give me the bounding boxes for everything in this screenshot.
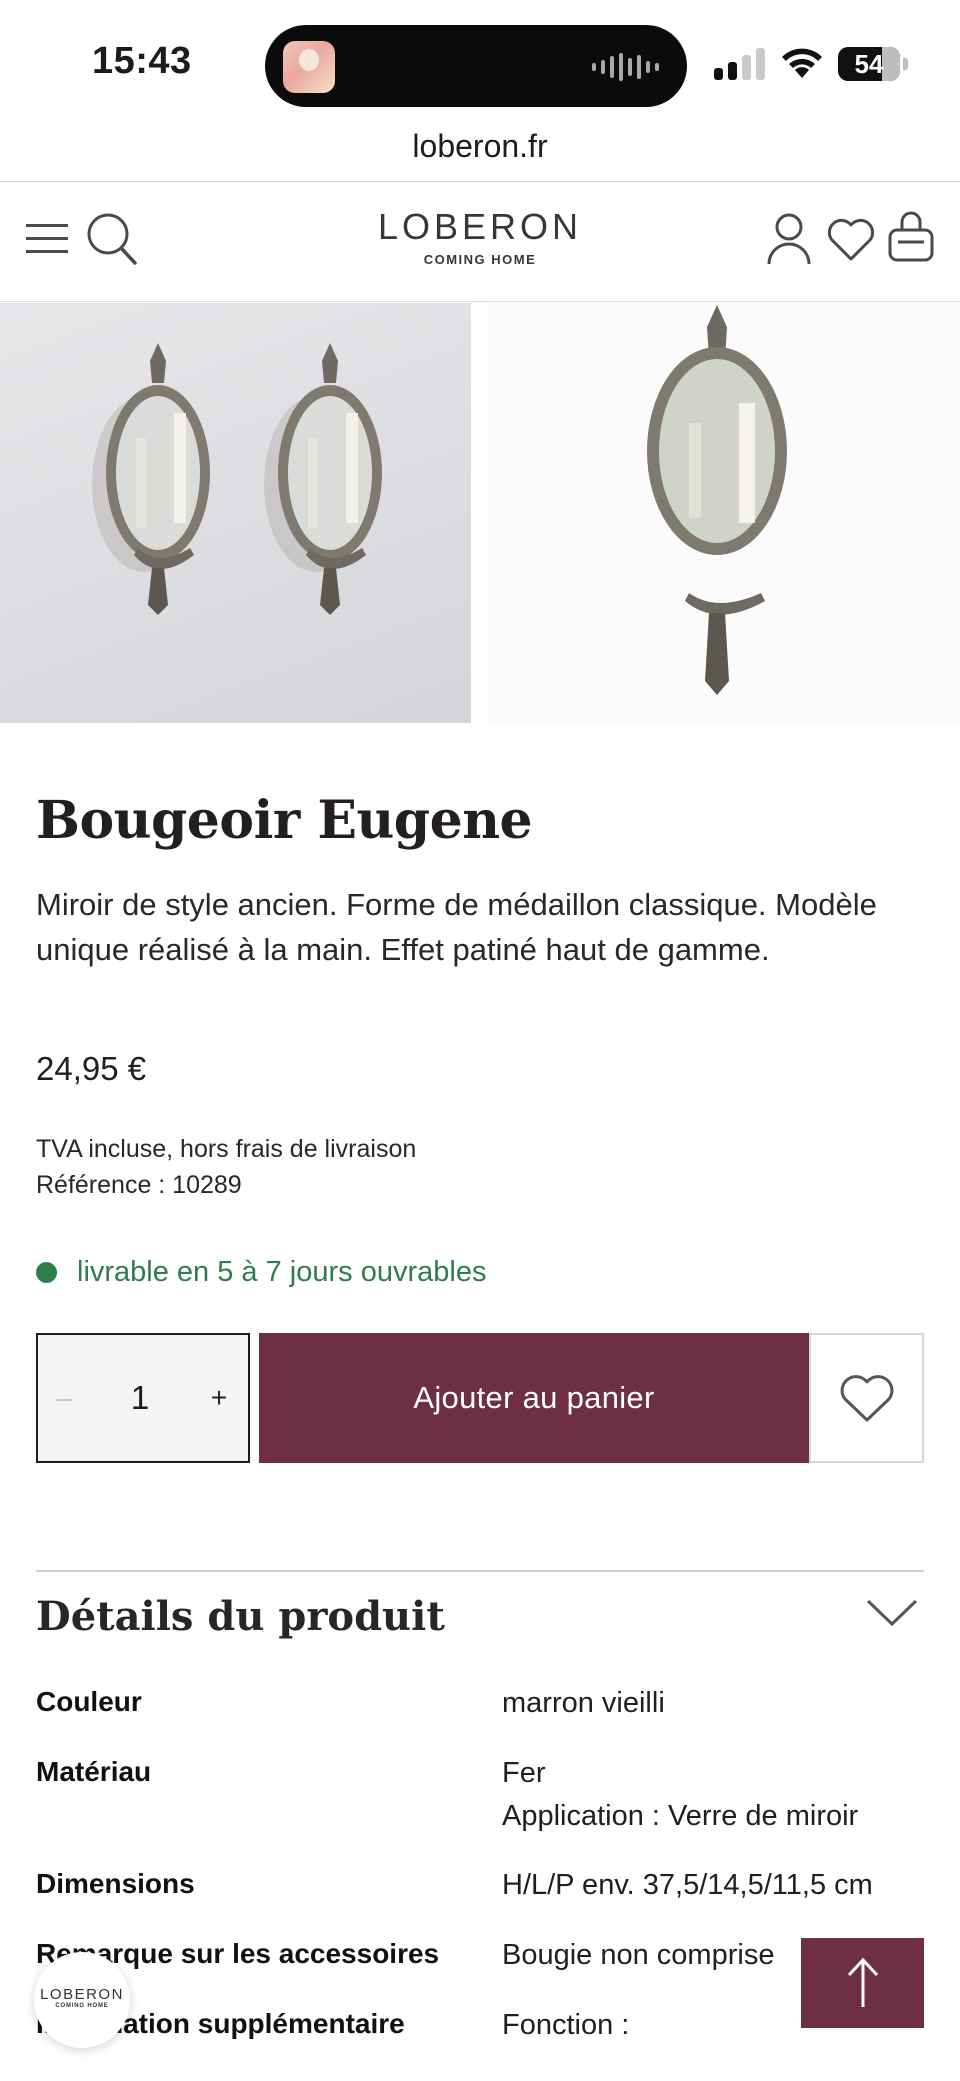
cellular-signal-icon (714, 48, 765, 80)
product-price: 24,95 € (36, 1050, 147, 1087)
add-to-wishlist-button[interactable] (809, 1333, 924, 1463)
status-time: 15:43 (92, 40, 192, 82)
product-gallery[interactable] (0, 303, 960, 723)
tax-note: TVA incluse, hors frais de livraison (36, 1135, 417, 1163)
spec-value-materiau-application: Application : Verre de miroir (502, 1800, 859, 1832)
audio-waveform-icon (592, 53, 659, 81)
site-logo[interactable]: LOBERON COMING HOME (360, 206, 600, 267)
search-icon[interactable] (86, 212, 138, 266)
arrow-up-icon (847, 1957, 878, 2007)
product-image-2[interactable] (489, 303, 960, 723)
site-header: LOBERON COMING HOME (0, 182, 960, 302)
spec-value-accessoires: Bougie non comprise (502, 1939, 775, 1971)
heart-icon[interactable] (826, 216, 876, 262)
quantity-input[interactable]: 1 (90, 1379, 190, 1417)
spec-value-dimensions: H/L/P env. 37,5/14,5/11,5 cm (502, 1869, 873, 1901)
bag-icon[interactable] (886, 210, 936, 264)
availability-text: livrable en 5 à 7 jours ouvrables (77, 1256, 487, 1288)
product-image-1[interactable] (0, 303, 471, 723)
status-bar: 15:43 54 (0, 0, 960, 120)
spec-value-information: Fonction : (502, 2009, 630, 2041)
spec-label-dimensions: Dimensions (36, 1868, 195, 1899)
menu-icon[interactable] (26, 222, 70, 256)
quantity-decrease-button[interactable]: – (38, 1382, 90, 1414)
chat-widget-logo: LOBERON (40, 1986, 124, 2003)
spec-value-couleur: marron vieilli (502, 1687, 665, 1719)
product-description: Miroir de style ancien. Forme de médaill… (36, 887, 877, 967)
wifi-icon (782, 48, 822, 78)
quantity-stepper[interactable]: – 1 + (36, 1333, 250, 1463)
spec-label-materiau: Matériau (36, 1756, 152, 1787)
now-playing-thumbnail (283, 41, 335, 93)
spec-label-couleur: Couleur (36, 1686, 142, 1717)
dynamic-island[interactable] (265, 25, 687, 107)
availability-dot-icon (36, 1262, 57, 1283)
battery-level: 54 (854, 49, 884, 79)
quantity-increase-button[interactable]: + (190, 1382, 248, 1414)
logo-tagline: COMING HOME (423, 252, 537, 267)
scroll-to-top-button[interactable] (801, 1938, 924, 2028)
chevron-down-icon[interactable] (866, 1598, 918, 1628)
price-notes: TVA incluse, hors frais de livraison Réf… (36, 1131, 416, 1203)
chat-widget-tagline: COMING HOME (55, 2003, 109, 2009)
chat-widget-button[interactable]: LOBERON COMING HOME (34, 1952, 130, 2048)
heart-icon (840, 1375, 893, 1422)
add-to-cart-button[interactable]: Ajouter au panier (259, 1333, 809, 1463)
details-section-title[interactable]: Détails du produit (36, 1593, 445, 1640)
divider (36, 1570, 924, 1572)
product-reference: Référence : 10289 (36, 1171, 242, 1199)
battery-icon: 54 (838, 47, 908, 81)
product-title: Bougeoir Eugene (36, 790, 533, 851)
account-icon[interactable] (766, 212, 812, 266)
address-bar-url[interactable]: loberon.fr (0, 128, 960, 165)
availability-status: livrable en 5 à 7 jours ouvrables (36, 1256, 486, 1289)
spec-value-materiau: Fer (502, 1757, 546, 1789)
logo-name: LOBERON (377, 206, 583, 247)
